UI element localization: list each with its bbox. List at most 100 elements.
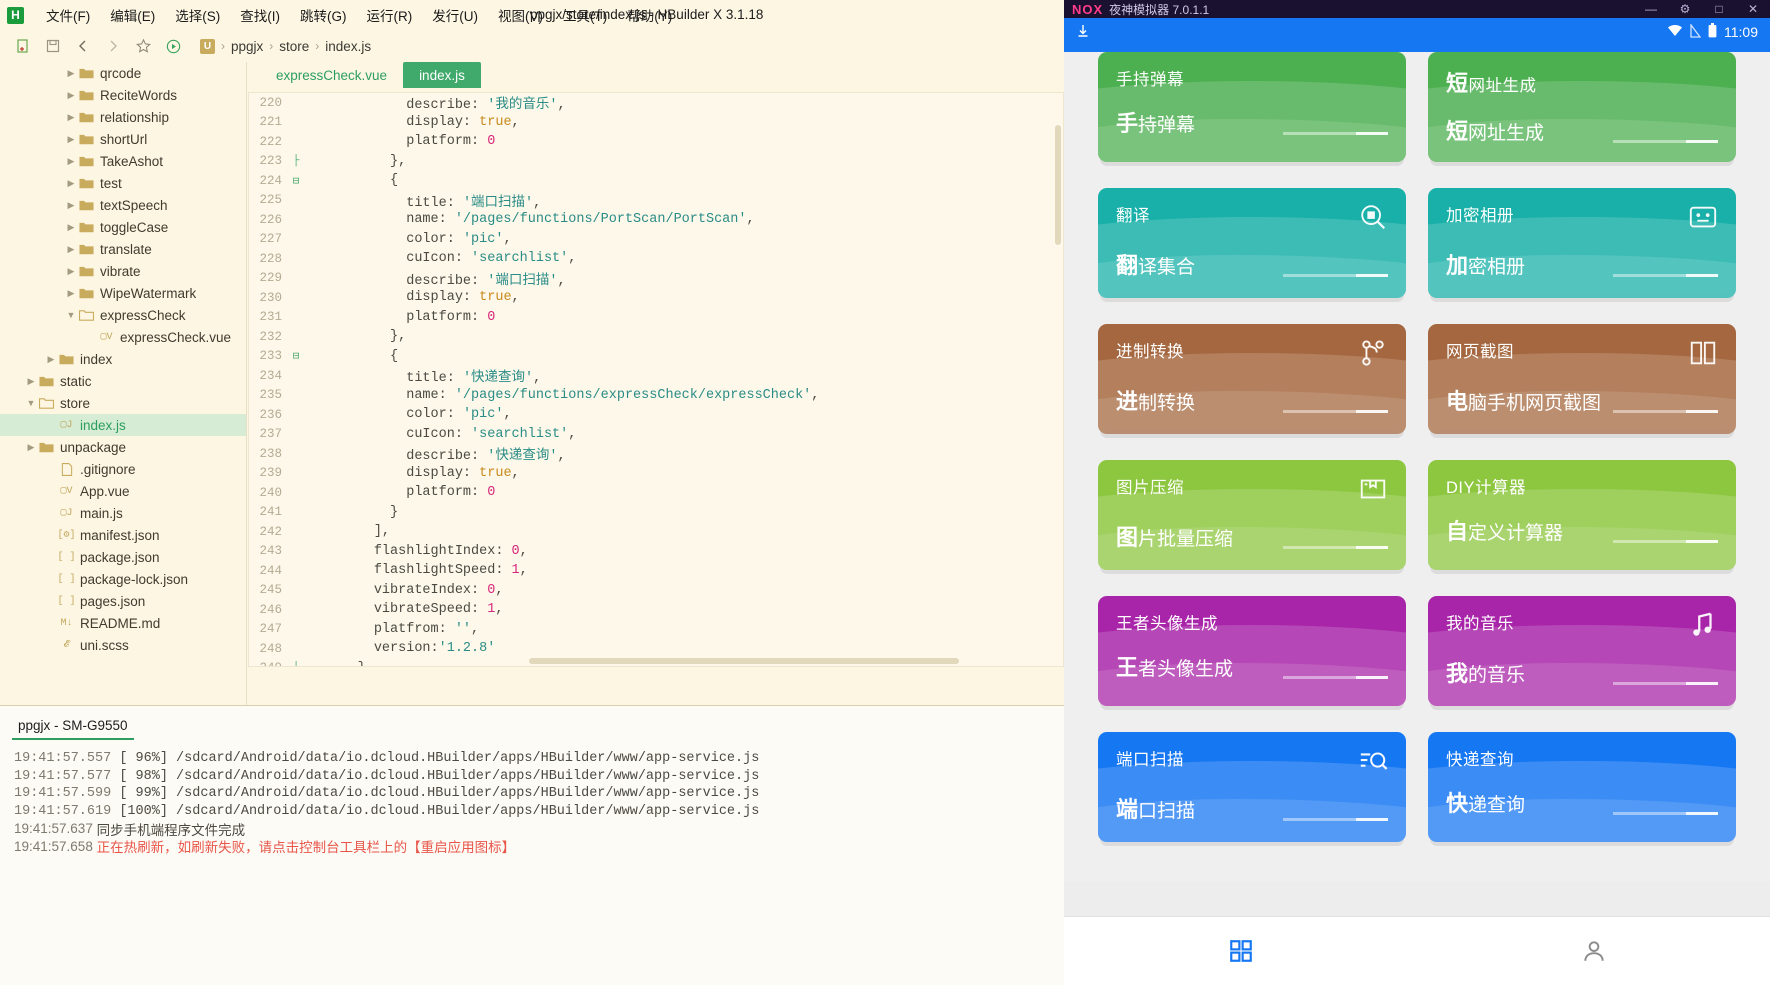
line-number: 224 xyxy=(259,173,282,188)
favorite-star-icon[interactable] xyxy=(128,33,158,59)
tree-item-relationship[interactable]: ▶ relationship xyxy=(0,106,246,128)
line-number: 227 xyxy=(259,232,282,247)
tree-item-App.vue[interactable]: ▢V App.vue xyxy=(0,480,246,502)
tool-card-加密相册[interactable]: 加密相册加密相册 xyxy=(1428,188,1736,298)
tree-item-uni.scss[interactable]: 𝓔uni.scss xyxy=(0,634,246,656)
tree-item-index[interactable]: ▶ index xyxy=(0,348,246,370)
menu-3[interactable]: 查找(I) xyxy=(230,1,290,29)
tree-item-index.js[interactable]: ▢J index.js xyxy=(0,414,246,436)
tool-card-进制转换[interactable]: 进制转换进制转换 xyxy=(1098,324,1406,434)
tree-item-store[interactable]: ▼ store xyxy=(0,392,246,414)
tool-card-DIY计算器[interactable]: DIY计算器自定义计算器 xyxy=(1428,460,1736,570)
json-icon: [ ] xyxy=(57,595,76,607)
tree-item-expressCheck.vue[interactable]: ▢V expressCheck.vue xyxy=(0,326,246,348)
log-message: [ 96%] /sdcard/Android/data/io.dcloud.HB… xyxy=(119,751,760,767)
breadcrumb-item-store[interactable]: store xyxy=(279,39,309,54)
ide-body: ▶ qrcode ▶ ReciteWords ▶ relationship ▶ shortUr… xyxy=(0,62,1064,705)
tool-card-翻译[interactable]: 翻译翻译集合 xyxy=(1098,188,1406,298)
breadcrumb-item-ppgjx[interactable]: ppgjx xyxy=(231,39,263,54)
menu-5[interactable]: 运行(R) xyxy=(357,1,423,29)
forward-icon[interactable] xyxy=(98,33,128,59)
tool-card-网页截图[interactable]: 网页截图电脑手机网页截图 xyxy=(1428,324,1736,434)
close-button[interactable]: ✕ xyxy=(1736,0,1770,18)
card-subtitle-rest: 片批量压缩 xyxy=(1138,529,1234,550)
tree-item-translate[interactable]: ▶ translate xyxy=(0,238,246,260)
chevron-right-icon[interactable]: ▶ xyxy=(64,68,78,79)
console-tab-device[interactable]: ppgjx - SM-G9550 xyxy=(12,718,134,740)
chevron-right-icon[interactable]: ▶ xyxy=(64,156,78,167)
editor-tab-index.js[interactable]: index.js xyxy=(403,62,481,88)
chevron-right-icon[interactable]: ▶ xyxy=(64,288,78,299)
tool-card-短网址生成[interactable]: 短网址生成短网址生成 xyxy=(1428,52,1736,162)
tree-item-static[interactable]: ▶ static xyxy=(0,370,246,392)
menu-1[interactable]: 编辑(E) xyxy=(100,1,165,29)
breadcrumb-item-index.js[interactable]: index.js xyxy=(325,39,371,54)
tool-card-王者头像生成[interactable]: 王者头像生成王者头像生成 xyxy=(1098,596,1406,706)
tool-card-手持弹幕[interactable]: 手持弹幕手持弹幕 xyxy=(1098,52,1406,162)
line-number: 248 xyxy=(259,641,282,656)
tool-card-我的音乐[interactable]: 我的音乐我的音乐 xyxy=(1428,596,1736,706)
save-icon[interactable] xyxy=(38,33,68,59)
tree-item-package.json[interactable]: [ ] package.json xyxy=(0,546,246,568)
minimize-button[interactable]: — xyxy=(1634,0,1668,18)
tree-item-shortUrl[interactable]: ▶ shortUrl xyxy=(0,128,246,150)
chevron-right-icon[interactable]: ▶ xyxy=(64,134,78,145)
chevron-down-icon[interactable]: ▼ xyxy=(24,398,38,408)
menu-2[interactable]: 选择(S) xyxy=(165,1,230,29)
chevron-right-icon[interactable]: ▶ xyxy=(64,244,78,255)
chevron-right-icon[interactable]: ▶ xyxy=(64,112,78,123)
run-icon[interactable] xyxy=(158,33,188,59)
tree-item-.gitignore[interactable]: .gitignore xyxy=(0,458,246,480)
tree-item-ReciteWords[interactable]: ▶ ReciteWords xyxy=(0,84,246,106)
tree-item-vibrate[interactable]: ▶ vibrate xyxy=(0,260,246,282)
tool-card-快递查询[interactable]: 快递查询快递查询 xyxy=(1428,732,1736,842)
chevron-down-icon[interactable]: ▼ xyxy=(64,310,78,320)
tree-item-label: unpackage xyxy=(60,439,127,455)
tab-home[interactable] xyxy=(1064,917,1417,985)
tree-item-unpackage[interactable]: ▶ unpackage xyxy=(0,436,246,458)
editor-tab-expressCheck.vue[interactable]: expressCheck.vue xyxy=(260,62,403,88)
menu-0[interactable]: 文件(F) xyxy=(36,1,100,29)
chevron-right-icon[interactable]: ▶ xyxy=(64,200,78,211)
tree-item-TakeAshot[interactable]: ▶ TakeAshot xyxy=(0,150,246,172)
tree-item-test[interactable]: ▶ test xyxy=(0,172,246,194)
back-icon[interactable] xyxy=(68,33,98,59)
maximize-button[interactable]: □ xyxy=(1702,0,1736,18)
tree-item-label: ReciteWords xyxy=(100,87,178,103)
chevron-right-icon[interactable]: ▶ xyxy=(64,222,78,233)
tree-item-expressCheck[interactable]: ▼ expressCheck xyxy=(0,304,246,326)
tool-card-图片压缩[interactable]: 图片压缩图片批量压缩 xyxy=(1098,460,1406,570)
tree-item-label: WipeWatermark xyxy=(100,285,197,301)
tree-item-pages.json[interactable]: [ ] pages.json xyxy=(0,590,246,612)
tree-item-main.js[interactable]: ▢J main.js xyxy=(0,502,246,524)
tree-item-textSpeech[interactable]: ▶ textSpeech xyxy=(0,194,246,216)
new-file-icon[interactable] xyxy=(8,33,38,59)
fold-toggle-icon[interactable]: ⊟ xyxy=(289,174,303,188)
line-number: 247 xyxy=(259,622,282,637)
code-editor[interactable]: 220 describe: '我的音乐', 221 display: true, 2… xyxy=(248,92,1064,667)
chevron-right-icon[interactable]: ▶ xyxy=(24,442,38,453)
tree-item-package-lock.json[interactable]: [ ] package-lock.json xyxy=(0,568,246,590)
tab-profile[interactable] xyxy=(1417,917,1770,985)
fold-toggle-icon[interactable]: ⊟ xyxy=(289,349,303,363)
chevron-right-icon[interactable]: ▶ xyxy=(64,266,78,277)
menu-6[interactable]: 发行(U) xyxy=(422,1,488,29)
tree-item-toggleCase[interactable]: ▶ toggleCase xyxy=(0,216,246,238)
chevron-right-icon[interactable]: ▶ xyxy=(64,178,78,189)
chevron-right-icon[interactable]: ▶ xyxy=(64,90,78,101)
menu-4[interactable]: 跳转(G) xyxy=(290,1,357,29)
project-file-tree[interactable]: ▶ qrcode ▶ ReciteWords ▶ relationship ▶ shortUr… xyxy=(0,62,247,705)
chevron-right-icon[interactable]: ▶ xyxy=(44,354,58,365)
tool-card-端口扫描[interactable]: 端口扫描端口扫描 xyxy=(1098,732,1406,842)
editor-vertical-scrollbar[interactable] xyxy=(1055,125,1061,245)
settings-gear-icon[interactable]: ⚙ xyxy=(1668,0,1702,18)
battery-icon xyxy=(1708,23,1717,41)
line-number: 226 xyxy=(259,212,282,227)
tree-item-WipeWatermark[interactable]: ▶ WipeWatermark xyxy=(0,282,246,304)
tree-item-README.md[interactable]: M↓ README.md xyxy=(0,612,246,634)
tree-item-manifest.json[interactable]: [⚙] manifest.json xyxy=(0,524,246,546)
editor-horizontal-scrollbar[interactable] xyxy=(529,658,959,664)
chevron-right-icon[interactable]: ▶ xyxy=(24,376,38,387)
tree-item-qrcode[interactable]: ▶ qrcode xyxy=(0,62,246,84)
